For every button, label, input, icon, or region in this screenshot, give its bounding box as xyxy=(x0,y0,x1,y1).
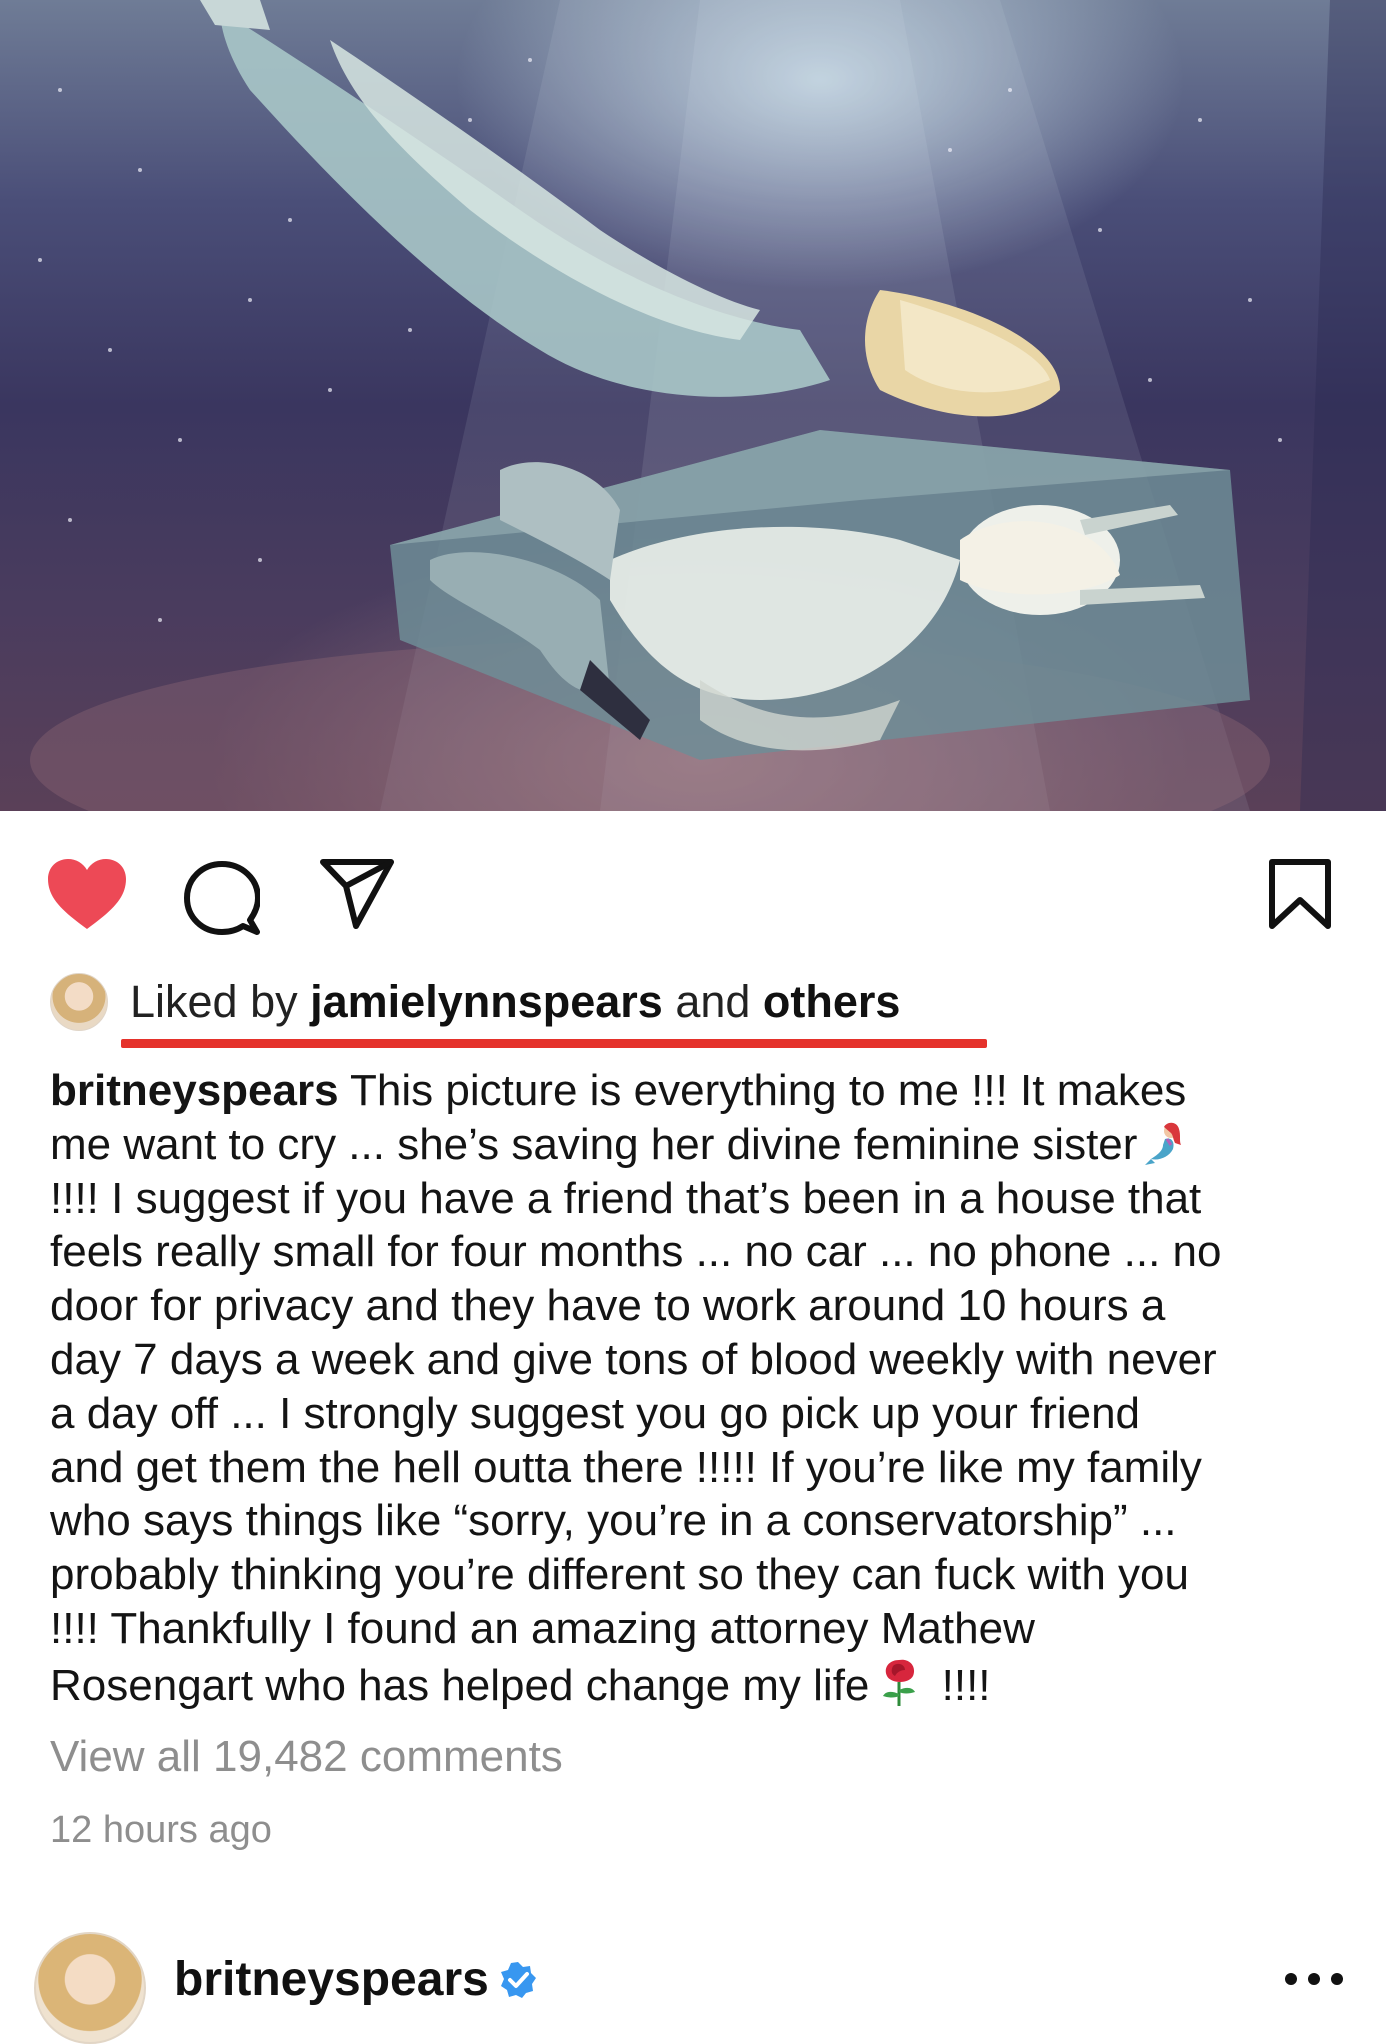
view-all-comments-link[interactable]: View all 19,482 comments xyxy=(50,1730,563,1784)
caption-line: Rosengart who has helped change my life … xyxy=(50,1656,1350,1710)
caption-text: door for privacy and they have to work a… xyxy=(50,1281,1166,1331)
mermaid-emoji xyxy=(1145,1121,1189,1180)
caption-text: who says things like “sorry, you’re in a… xyxy=(50,1496,1177,1546)
next-post-avatar[interactable] xyxy=(34,1932,146,2044)
liked-by-text: Liked by jamielynnspears and others xyxy=(130,972,900,1032)
caption-text: !!!! I suggest if you have a friend that… xyxy=(50,1173,1202,1223)
caption-text: !!!! xyxy=(929,1660,991,1710)
bookmark-icon[interactable] xyxy=(1268,858,1332,935)
caption-text: This picture is everything to me !!! It … xyxy=(338,1066,1187,1115)
heart-filled-icon[interactable] xyxy=(46,857,128,936)
rose-emoji xyxy=(877,1656,921,1721)
caption-line: !!!! I suggest if you have a friend that… xyxy=(50,1172,1350,1226)
caption-line: a day off ... I strongly suggest you go … xyxy=(50,1387,1350,1441)
liker-avatar[interactable] xyxy=(50,973,108,1031)
liked-by-middle: and xyxy=(662,976,763,1027)
comment-bubble-icon[interactable] xyxy=(184,860,261,941)
caption-text: and get them the hell outta there !!!!! … xyxy=(50,1442,1202,1492)
caption-line: !!!! Thankfully I found an amazing attor… xyxy=(50,1602,1350,1656)
caption-username[interactable]: britneyspears xyxy=(50,1066,339,1115)
caption-text: a day off ... I strongly suggest you go … xyxy=(50,1388,1141,1438)
caption-text: day 7 days a week and give tons of blood… xyxy=(50,1334,1217,1384)
caption-line: probably thinking you’re different so th… xyxy=(50,1548,1350,1602)
caption-text: !!!! Thankfully I found an amazing attor… xyxy=(50,1603,1035,1653)
next-post-username[interactable]: britneyspears xyxy=(174,1950,489,2010)
liked-by-row[interactable]: Liked by jamielynnspears and others xyxy=(50,972,900,1032)
red-highlight-underline xyxy=(121,1039,987,1048)
caption-text: probably thinking you’re different so th… xyxy=(50,1550,1189,1600)
caption-text: me want to cry ... she’s saving her divi… xyxy=(50,1119,1138,1169)
liker-username[interactable]: jamielynnspears xyxy=(310,976,663,1027)
caption-line: britneyspears This picture is everything… xyxy=(50,1064,1350,1118)
post-caption: britneyspears This picture is everything… xyxy=(50,1064,1350,1710)
caption-line: door for privacy and they have to work a… xyxy=(50,1279,1350,1333)
caption-line: me want to cry ... she’s saving her divi… xyxy=(50,1118,1350,1172)
liked-by-others[interactable]: others xyxy=(763,976,901,1027)
caption-text: Rosengart who has helped change my life xyxy=(50,1660,870,1710)
post-image-artwork xyxy=(30,0,1386,811)
caption-line: day 7 days a week and give tons of blood… xyxy=(50,1333,1350,1387)
caption-line: and get them the hell outta there !!!!! … xyxy=(50,1441,1350,1495)
liked-by-prefix: Liked by xyxy=(130,976,311,1027)
post-image[interactable] xyxy=(0,0,1386,811)
verified-badge-icon xyxy=(498,1960,538,2005)
post-timestamp: 12 hours ago xyxy=(50,1809,272,1851)
caption-line: who says things like “sorry, you’re in a… xyxy=(50,1494,1350,1548)
paper-plane-icon[interactable] xyxy=(320,858,394,935)
caption-line: feels really small for four months ... n… xyxy=(50,1225,1350,1279)
more-options-icon[interactable] xyxy=(1284,1972,1344,1991)
caption-text: feels really small for four months ... n… xyxy=(50,1227,1222,1277)
